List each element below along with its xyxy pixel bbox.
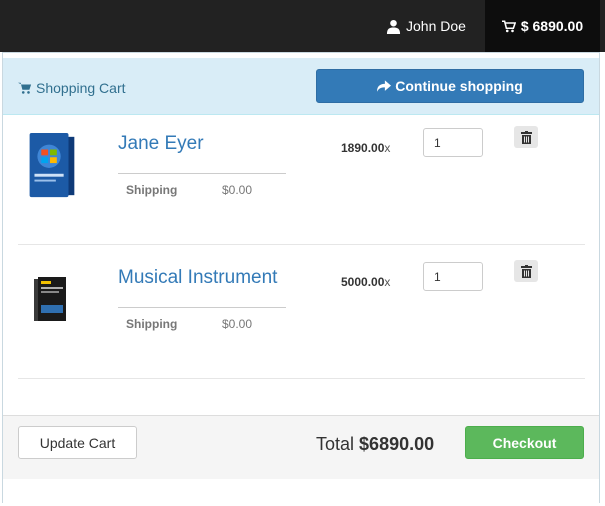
- price-multiplier: x: [384, 275, 391, 289]
- cart-title-text: Shopping Cart: [36, 80, 126, 96]
- trash-icon: [520, 130, 532, 144]
- product-name-link[interactable]: Musical Instrument: [118, 267, 277, 289]
- cart-dropdown: Shopping Cart Continue shopping Jane Eye…: [2, 52, 600, 504]
- update-cart-button[interactable]: Update Cart: [18, 426, 137, 459]
- product-name-link[interactable]: Jane Eyer: [118, 133, 204, 155]
- total-label: Total: [316, 434, 355, 454]
- cart-title: Shopping Cart: [18, 80, 126, 96]
- user-name: John Doe: [406, 18, 466, 34]
- remove-item-button[interactable]: [514, 260, 538, 282]
- page-edge: [600, 52, 605, 506]
- remove-item-button[interactable]: [514, 126, 538, 148]
- shipping-row: Shipping $0.00: [118, 173, 286, 197]
- shipping-value: $0.00: [222, 317, 253, 331]
- cart-item: Musical Instrument Shipping $0.00 5000.0…: [18, 245, 585, 379]
- shipping-row: Shipping $0.00: [118, 307, 286, 331]
- checkout-button[interactable]: Checkout: [465, 426, 584, 459]
- top-navbar: John Doe $ 6890.00: [0, 0, 605, 52]
- user-menu[interactable]: John Doe: [386, 0, 466, 52]
- shipping-value: $0.00: [222, 183, 253, 197]
- price-multiplier: x: [384, 141, 391, 155]
- trash-icon: [520, 264, 532, 278]
- total-value: $6890.00: [359, 434, 435, 454]
- cart-total: Total $6890.00: [316, 434, 434, 455]
- cart-icon: [501, 19, 516, 32]
- shipping-label: Shipping: [126, 183, 178, 197]
- product-image-software-box: [34, 277, 66, 321]
- quantity-input[interactable]: [423, 128, 483, 157]
- share-arrow-icon: [377, 79, 392, 92]
- continue-shopping-label: Continue shopping: [395, 78, 523, 94]
- user-icon: [386, 19, 401, 34]
- quantity-input[interactable]: [423, 262, 483, 291]
- item-price: 5000.00x: [341, 275, 390, 289]
- nav-cart-total: $ 6890.00: [520, 18, 584, 34]
- cart-item: Jane Eyer Shipping $0.00 1890.00x: [18, 111, 585, 245]
- cart-heading: Shopping Cart Continue shopping: [3, 58, 599, 115]
- price-value: 1890.00: [341, 141, 385, 155]
- cart-footer: Update Cart Total $6890.00 Checkout: [3, 415, 599, 479]
- continue-shopping-button[interactable]: Continue shopping: [316, 69, 584, 103]
- cart-icon: [18, 82, 32, 94]
- price-value: 5000.00: [341, 275, 385, 289]
- shipping-label: Shipping: [126, 317, 178, 331]
- item-price: 1890.00x: [341, 141, 390, 155]
- cart-dropdown-toggle[interactable]: $ 6890.00: [485, 0, 600, 52]
- product-image-windows-box: [29, 132, 75, 198]
